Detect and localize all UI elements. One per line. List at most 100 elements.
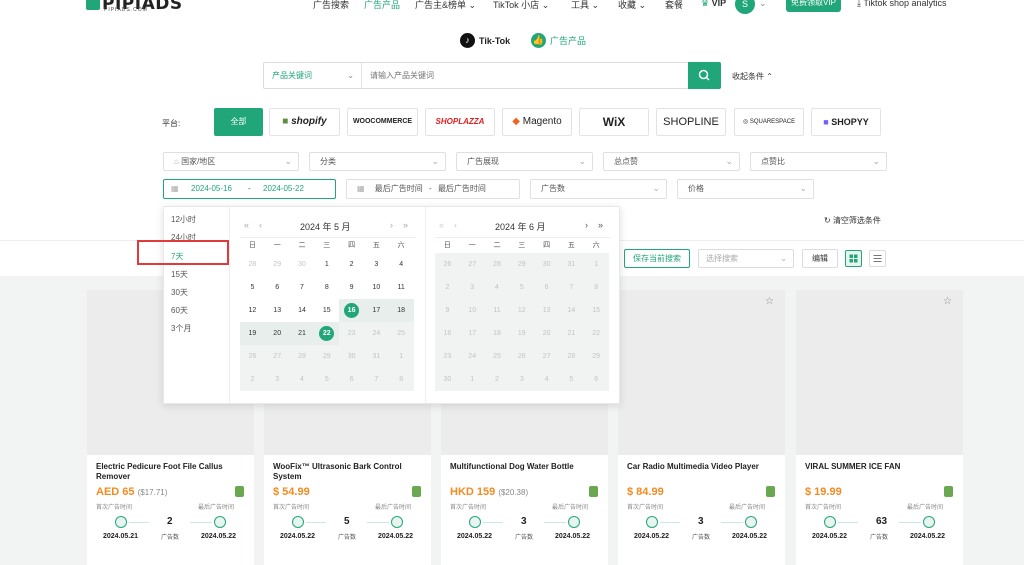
tab-tiktok[interactable]: ♪ Tik-Tok bbox=[460, 33, 510, 48]
platform-magento[interactable]: ◆ Magento bbox=[502, 108, 572, 136]
calendar-day[interactable]: 14 bbox=[290, 299, 315, 322]
ad-impressions-filter[interactable]: 广告展现 ⌄ bbox=[456, 152, 593, 171]
calendar-day[interactable]: 30 bbox=[290, 253, 315, 276]
grid-view-toggle[interactable] bbox=[845, 250, 862, 267]
calendar-day[interactable]: 3 bbox=[364, 253, 389, 276]
last-ad-time-label: 最后广告时间 bbox=[729, 505, 766, 511]
category-filter[interactable]: 分类 ⌄ bbox=[309, 152, 446, 171]
preset-3m[interactable]: 3个月 bbox=[171, 323, 191, 334]
calendar-day[interactable]: 1 bbox=[314, 253, 339, 276]
clear-filters-button[interactable]: ↻ 清空筛选条件 bbox=[824, 215, 881, 226]
location-icon: ⌂ bbox=[174, 157, 179, 166]
platform-shopyy[interactable]: ■ SHOPYY bbox=[811, 108, 881, 136]
calendar-day[interactable]: 18 bbox=[388, 299, 414, 322]
free-vip-button[interactable]: 免费领取VIP bbox=[786, 0, 841, 12]
preset-30d[interactable]: 30天 bbox=[171, 287, 188, 298]
price-filter-label: 价格 bbox=[688, 184, 704, 193]
calendar-day[interactable]: 4 bbox=[389, 253, 414, 276]
country-filter[interactable]: ⌂ 国家/地区 ⌄ bbox=[163, 152, 299, 171]
tab-ad-products[interactable]: 👍 广告产品 bbox=[531, 33, 586, 48]
next-year-icon[interactable]: » bbox=[598, 220, 603, 230]
preset-60d[interactable]: 60天 bbox=[171, 305, 188, 316]
calendar-day[interactable]: 22 bbox=[314, 322, 340, 345]
saved-search-select[interactable]: 选择搜索 ⌄ bbox=[698, 249, 794, 268]
product-title[interactable]: VIRAL SUMMER ICE FAN bbox=[805, 462, 955, 472]
preset-12h[interactable]: 12小时 bbox=[171, 214, 196, 225]
calendar-day[interactable]: 15 bbox=[314, 299, 339, 322]
product-title[interactable]: Car Radio Multimedia Video Player bbox=[627, 462, 777, 472]
last-ad-icon bbox=[391, 516, 403, 528]
nav-tools[interactable]: 工具 ⌄ bbox=[571, 0, 599, 11]
calendar-day[interactable]: 8 bbox=[314, 276, 339, 299]
edit-button[interactable]: 编辑 bbox=[802, 249, 838, 268]
product-title[interactable]: Multifunctional Dog Water Bottle bbox=[450, 462, 600, 472]
calendar-day[interactable]: 12 bbox=[240, 299, 265, 322]
calendar-day[interactable]: 16 bbox=[339, 299, 364, 322]
calendar-day[interactable]: 28 bbox=[240, 253, 265, 276]
calendar-day[interactable]: 13 bbox=[265, 299, 290, 322]
ad-count-filter[interactable]: 广告数 ⌄ bbox=[530, 179, 667, 199]
product-image[interactable] bbox=[796, 290, 963, 455]
avatar[interactable]: S bbox=[735, 0, 755, 14]
calendar-day[interactable]: 19 bbox=[240, 322, 265, 345]
calendar-day-label: 9 bbox=[349, 284, 354, 291]
calendar-day[interactable]: 2 bbox=[339, 253, 364, 276]
star-icon[interactable]: ☆ bbox=[943, 296, 954, 307]
calendar-day[interactable]: 10 bbox=[364, 276, 389, 299]
calendar-day[interactable]: 11 bbox=[389, 276, 414, 299]
next-month-icon[interactable]: › bbox=[585, 220, 588, 230]
calendar-day-label: 19 bbox=[248, 330, 257, 337]
product-card[interactable]: ☆ VIRAL SUMMER ICE FAN $ 19.99 首次广告时间 最后广告时… bbox=[796, 290, 963, 565]
tiktok-shop-analytics-link[interactable]: ⤓ Tiktok shop analytics bbox=[857, 0, 947, 9]
calendar-day[interactable]: 6 bbox=[265, 276, 290, 299]
calendar-day[interactable]: 9 bbox=[339, 276, 364, 299]
platform-shopify[interactable]: ■ shopify bbox=[269, 108, 340, 136]
date-start[interactable]: 2024-05-16 bbox=[191, 180, 232, 198]
date-range-picker[interactable]: ▦ 2024-05-16 - 2024-05-22 bbox=[163, 179, 336, 199]
calendar-day[interactable]: 7 bbox=[290, 276, 315, 299]
vip-badge[interactable]: ♛ VIP bbox=[701, 0, 726, 9]
nav-plans[interactable]: 套餐 bbox=[665, 0, 683, 11]
save-search-button[interactable]: 保存当前搜索 bbox=[624, 249, 690, 268]
price-filter[interactable]: 价格 ⌄ bbox=[677, 179, 814, 199]
search-type-select[interactable]: 产品关键词 ⌄ bbox=[264, 63, 362, 88]
calendar-day-label: 13 bbox=[273, 307, 282, 314]
product-title[interactable]: Electric Pedicure Foot File Callus Remov… bbox=[96, 462, 246, 482]
calendar-day[interactable]: 17 bbox=[363, 299, 389, 322]
platform-wix[interactable]: WiX bbox=[579, 108, 649, 136]
nav-ad-search[interactable]: 广告搜索 bbox=[313, 0, 349, 11]
prev-month-icon[interactable]: ‹ bbox=[259, 220, 262, 230]
calendar-day[interactable]: 21 bbox=[289, 322, 315, 345]
calendar-day-label: 11 bbox=[397, 284, 405, 291]
platform-squarespace[interactable]: ◎ SQUARESPACE bbox=[734, 108, 804, 136]
calendar-day: 4 bbox=[534, 368, 559, 391]
preset-15d[interactable]: 15天 bbox=[171, 269, 188, 280]
collapse-conditions-toggle[interactable]: 收起条件 ⌃ bbox=[732, 71, 773, 82]
search-button[interactable] bbox=[688, 62, 721, 89]
platform-shoplazza[interactable]: SHOPLAZZA bbox=[425, 108, 495, 136]
total-likes-filter[interactable]: 总点赞 ⌄ bbox=[603, 152, 740, 171]
product-title[interactable]: WooFix™ Ultrasonic Bark Control System bbox=[273, 462, 423, 482]
calendar-day[interactable]: 5 bbox=[240, 276, 265, 299]
list-view-toggle[interactable] bbox=[869, 250, 886, 267]
product-card[interactable]: ☆ Car Radio Multimedia Video Player $ 84.9… bbox=[618, 290, 785, 565]
platform-woocommerce[interactable]: WOOCOMMERCE bbox=[347, 108, 418, 136]
nav-favorites[interactable]: 收藏 ⌄ bbox=[618, 0, 646, 11]
product-image[interactable] bbox=[618, 290, 785, 455]
calendar-day: 12 bbox=[509, 299, 535, 322]
avatar-chevron-icon[interactable]: ⌄ bbox=[759, 0, 767, 9]
platform-all[interactable]: 全部 bbox=[214, 108, 263, 136]
nav-advertisers[interactable]: 广告主&榜单 ⌄ bbox=[415, 0, 476, 11]
nav-tiktok-shop[interactable]: TikTok 小店 ⌄ bbox=[493, 0, 549, 11]
calendar-day[interactable]: 20 bbox=[264, 322, 290, 345]
last-ad-date: 2024.05.22 bbox=[201, 533, 237, 540]
calendar-day[interactable]: 29 bbox=[265, 253, 290, 276]
prev-year-icon[interactable]: « bbox=[244, 220, 249, 230]
star-icon[interactable]: ☆ bbox=[765, 296, 776, 307]
date-end[interactable]: 2024-05-22 bbox=[263, 180, 304, 198]
nav-ad-products[interactable]: 广告产品 bbox=[364, 0, 400, 11]
platform-shopline[interactable]: SHOPLINE bbox=[656, 108, 726, 136]
last-ad-time-range[interactable]: ▦ 最后广告时间 - 最后广告时间 bbox=[346, 179, 520, 199]
search-input[interactable] bbox=[364, 63, 684, 88]
like-ratio-filter[interactable]: 点赞比 ⌄ bbox=[750, 152, 887, 171]
